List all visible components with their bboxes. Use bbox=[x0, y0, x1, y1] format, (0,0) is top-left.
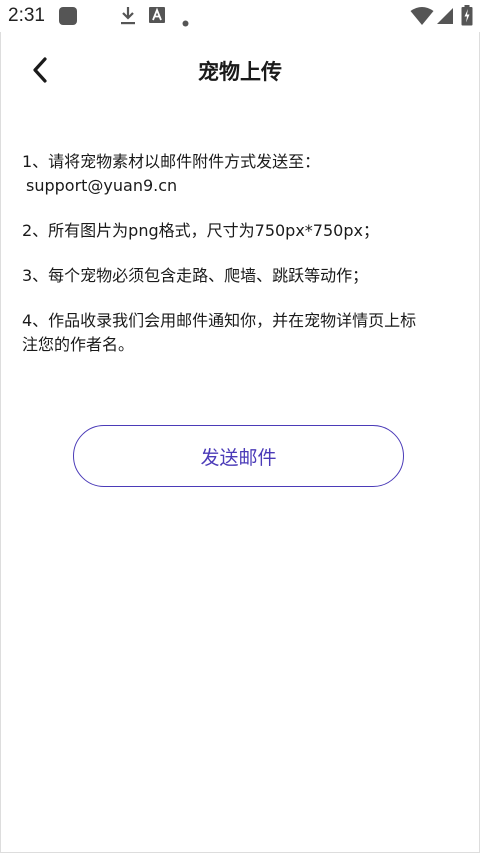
support-email: support@yuan9.cn bbox=[26, 176, 178, 195]
instruction-3: 3、每个宠物必须包含走路、爬墙、跳跃等动作； bbox=[22, 266, 369, 285]
instruction-4-line-1: 4、作品收录我们会用邮件通知你，并在宠物详情页上标 bbox=[22, 311, 417, 330]
upload-instructions: 1、请将宠物素材以邮件附件方式发送至： support@yuan9.cn 2、所… bbox=[22, 150, 458, 357]
font-a-icon bbox=[149, 7, 165, 27]
screen: 2:31 宠物上传 1、请将宠物素材以邮件附件方式发送至： support@yu… bbox=[0, 0, 480, 853]
wifi-icon bbox=[410, 6, 434, 30]
instruction-1: 1、请将宠物素材以邮件附件方式发送至： support@yuan9.cn bbox=[22, 150, 458, 198]
dot-icon bbox=[182, 12, 189, 31]
send-email-button[interactable]: 发送邮件 bbox=[73, 425, 404, 487]
app-bar: 宠物上传 bbox=[0, 40, 480, 104]
status-bar: 2:31 bbox=[0, 0, 480, 32]
page-title: 宠物上传 bbox=[198, 60, 282, 84]
instruction-2: 2、所有图片为png格式，尺寸为750px*750px； bbox=[22, 221, 379, 240]
battery-charging-icon bbox=[461, 5, 473, 30]
instruction-4: 4、作品收录我们会用邮件通知你，并在宠物详情页上标 注您的作者名。 bbox=[22, 309, 458, 357]
signal-icon bbox=[436, 6, 454, 29]
download-icon bbox=[119, 6, 137, 30]
instruction-4-line-2: 注您的作者名。 bbox=[22, 335, 135, 354]
instruction-1-text: 1、请将宠物素材以邮件附件方式发送至： bbox=[22, 152, 321, 171]
app-square-icon bbox=[58, 6, 78, 30]
frame-border-left bbox=[0, 32, 1, 853]
status-time: 2:31 bbox=[8, 5, 45, 26]
